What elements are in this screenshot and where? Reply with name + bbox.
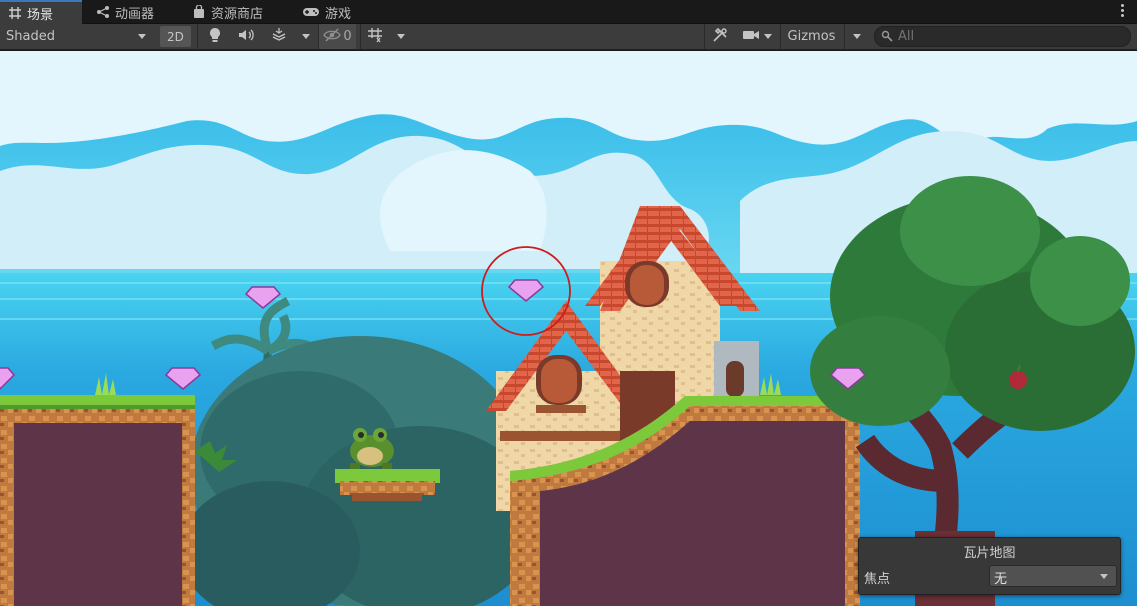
- tab-game-label: 游戏: [325, 6, 352, 22]
- gizmos-label: Gizmos: [787, 29, 836, 44]
- camera-dropdown[interactable]: [736, 24, 778, 49]
- focus-dropdown-value: 无: [994, 572, 1008, 587]
- camera-icon: [742, 29, 760, 45]
- toggle-2d-button[interactable]: 2D: [160, 26, 191, 47]
- animator-icon: [96, 5, 110, 19]
- grid-snapping-button[interactable]: [360, 24, 388, 49]
- speaker-icon: [238, 28, 256, 46]
- scene-toolbar: Shaded 2D 0 Gizmos All: [0, 24, 1137, 50]
- chevron-down-icon: [1100, 574, 1108, 579]
- focus-label: 焦点: [864, 572, 891, 587]
- effects-toggle-button[interactable]: [263, 24, 295, 49]
- tilemap-overlay-panel: 瓦片地图 焦点 无: [858, 537, 1121, 595]
- scene-viewport[interactable]: 瓦片地图 焦点 无: [0, 51, 1137, 606]
- focus-dropdown[interactable]: 无: [989, 565, 1117, 587]
- tab-animator-label: 动画器: [115, 6, 155, 22]
- search-input[interactable]: [898, 29, 1118, 44]
- tools-button[interactable]: [704, 24, 734, 49]
- hidden-count: 0: [343, 29, 352, 44]
- lightbulb-icon: [209, 27, 221, 47]
- left-cliff: [0, 373, 195, 606]
- tab-asset-store-label: 资源商店: [211, 6, 264, 22]
- grid-dropdown[interactable]: [388, 24, 414, 49]
- scene-search-field[interactable]: [874, 26, 1131, 47]
- draw-mode-dropdown[interactable]: Shaded: [0, 24, 154, 49]
- tab-scene-label: 场景: [27, 7, 54, 23]
- audio-toggle-button[interactable]: [231, 24, 263, 49]
- tab-game[interactable]: 游戏: [294, 0, 359, 24]
- effects-dropdown[interactable]: [295, 24, 317, 49]
- gizmos-dropdown[interactable]: [844, 24, 868, 49]
- tab-asset-store[interactable]: 资源商店: [184, 0, 271, 24]
- tab-animator[interactable]: 动画器: [88, 0, 162, 24]
- scene-canvas: [0, 51, 1137, 606]
- tilemap-overlay-title: 瓦片地图: [963, 546, 1016, 561]
- grid-icon: [8, 6, 22, 20]
- chevron-down-icon: [852, 34, 861, 39]
- chevron-down-icon: [302, 34, 310, 39]
- tools-icon: [712, 27, 728, 47]
- hidden-objects-toggle[interactable]: 0: [318, 24, 356, 49]
- eye-slash-icon: [323, 28, 342, 46]
- gizmos-button[interactable]: Gizmos: [780, 24, 842, 49]
- toggle-2d-label: 2D: [167, 29, 184, 44]
- draw-mode-label: Shaded: [6, 29, 55, 44]
- lighting-toggle-button[interactable]: [197, 24, 231, 49]
- more-options-icon[interactable]: [1121, 4, 1125, 18]
- gamepad-icon: [302, 5, 320, 19]
- tab-scene[interactable]: 场景: [0, 0, 82, 24]
- layers-icon: [271, 27, 287, 47]
- search-icon: [881, 27, 893, 46]
- store-icon: [192, 4, 206, 19]
- chevron-down-icon: [397, 34, 405, 39]
- chevron-down-icon: [764, 34, 772, 39]
- grid-snap-icon: [367, 27, 383, 47]
- window-tab-bar: 场景 动画器 资源商店 游戏: [0, 0, 1137, 24]
- chevron-down-icon: [138, 34, 146, 39]
